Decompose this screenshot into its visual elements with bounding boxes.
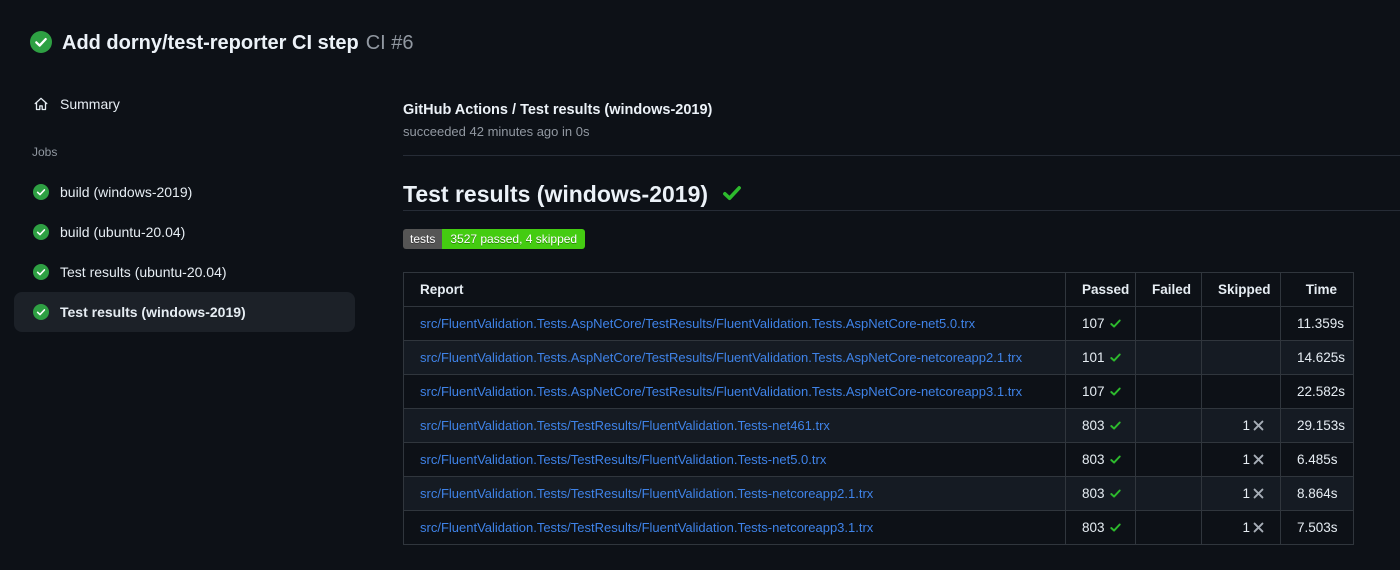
skipped-cell: 1 xyxy=(1201,476,1281,511)
time-cell: 14.625s xyxy=(1280,340,1354,375)
badge-label: tests xyxy=(403,229,443,249)
check-run-status: succeeded 42 minutes ago in 0s xyxy=(403,124,590,139)
check-circle-icon xyxy=(33,224,49,240)
failed-cell xyxy=(1135,306,1202,341)
column-header-time: Time xyxy=(1280,272,1354,307)
report-cell: src/FluentValidation.Tests.AspNetCore/Te… xyxy=(403,306,1066,341)
table-row: src/FluentValidation.Tests/TestResults/F… xyxy=(403,510,1354,545)
passed-cell: 803 xyxy=(1065,408,1136,443)
sidebar-item-build-windows[interactable]: build (windows-2019) xyxy=(14,172,355,212)
sidebar-item-build-ubuntu[interactable]: build (ubuntu-20.04) xyxy=(14,212,355,252)
failed-cell xyxy=(1135,476,1202,511)
report-link[interactable]: src/FluentValidation.Tests.AspNetCore/Te… xyxy=(420,350,1022,365)
home-icon xyxy=(34,97,48,111)
jobs-section-label: Jobs xyxy=(32,145,58,159)
failed-cell xyxy=(1135,374,1202,409)
badge-value: 3527 passed, 4 skipped xyxy=(442,229,586,249)
sidebar-item-label: Test results (windows-2019) xyxy=(60,304,246,320)
sidebar: Summary Jobs build (windows-2019) build … xyxy=(0,0,370,570)
column-header-failed: Failed xyxy=(1135,272,1202,307)
skipped-cell: 1 xyxy=(1201,442,1281,477)
time-cell: 29.153s xyxy=(1280,408,1354,443)
sidebar-item-test-results-windows[interactable]: Test results (windows-2019) xyxy=(14,292,355,332)
sidebar-item-label: Summary xyxy=(60,96,120,112)
report-heading: Test results (windows-2019) xyxy=(403,180,743,208)
report-cell: src/FluentValidation.Tests.AspNetCore/Te… xyxy=(403,340,1066,375)
time-cell: 7.503s xyxy=(1280,510,1354,545)
report-cell: src/FluentValidation.Tests.AspNetCore/Te… xyxy=(403,374,1066,409)
report-link[interactable]: src/FluentValidation.Tests/TestResults/F… xyxy=(420,452,826,467)
results-table: Report Passed Failed Skipped Time src/Fl… xyxy=(403,272,1354,545)
passed-cell: 803 xyxy=(1065,442,1136,477)
skipped-cell: 1 xyxy=(1201,408,1281,443)
skipped-cell xyxy=(1201,374,1281,409)
time-cell: 22.582s xyxy=(1280,374,1354,409)
check-icon xyxy=(1109,353,1121,362)
table-row: src/FluentValidation.Tests/TestResults/F… xyxy=(403,476,1354,511)
x-icon xyxy=(1253,522,1264,533)
report-link[interactable]: src/FluentValidation.Tests.AspNetCore/Te… xyxy=(420,316,975,331)
heading-check-icon xyxy=(723,186,741,201)
passed-cell: 803 xyxy=(1065,510,1136,545)
header-divider xyxy=(403,155,1400,156)
check-circle-icon xyxy=(33,184,49,200)
report-link[interactable]: src/FluentValidation.Tests.AspNetCore/Te… xyxy=(420,384,1022,399)
table-row: src/FluentValidation.Tests/TestResults/F… xyxy=(403,408,1354,443)
check-circle-icon xyxy=(33,264,49,280)
passed-cell: 101 xyxy=(1065,340,1136,375)
failed-cell xyxy=(1135,340,1202,375)
column-header-skipped: Skipped xyxy=(1201,272,1281,307)
passed-cell: 803 xyxy=(1065,476,1136,511)
failed-cell xyxy=(1135,510,1202,545)
table-row: src/FluentValidation.Tests.AspNetCore/Te… xyxy=(403,340,1354,375)
skipped-cell xyxy=(1201,340,1281,375)
passed-cell: 107 xyxy=(1065,306,1136,341)
check-run-title: GitHub Actions / Test results (windows-2… xyxy=(403,102,713,118)
skipped-cell xyxy=(1201,306,1281,341)
report-link[interactable]: src/FluentValidation.Tests/TestResults/F… xyxy=(420,418,830,433)
sidebar-item-label: build (ubuntu-20.04) xyxy=(60,224,186,240)
sidebar-item-test-results-ubuntu[interactable]: Test results (ubuntu-20.04) xyxy=(14,252,355,292)
check-icon xyxy=(1109,489,1121,498)
report-cell: src/FluentValidation.Tests/TestResults/F… xyxy=(403,408,1066,443)
sidebar-item-label: build (windows-2019) xyxy=(60,184,193,200)
table-header-row: Report Passed Failed Skipped Time xyxy=(403,272,1354,307)
table-row: src/FluentValidation.Tests.AspNetCore/Te… xyxy=(403,374,1354,409)
column-header-passed: Passed xyxy=(1065,272,1136,307)
report-cell: src/FluentValidation.Tests/TestResults/F… xyxy=(403,510,1066,545)
report-link[interactable]: src/FluentValidation.Tests/TestResults/F… xyxy=(420,486,873,501)
time-cell: 8.864s xyxy=(1280,476,1354,511)
tests-badge: tests 3527 passed, 4 skipped xyxy=(403,229,586,249)
sidebar-item-summary[interactable]: Summary xyxy=(14,86,355,122)
report-cell: src/FluentValidation.Tests/TestResults/F… xyxy=(403,476,1066,511)
run-number: CI #6 xyxy=(365,32,414,54)
table-row: src/FluentValidation.Tests/TestResults/F… xyxy=(403,442,1354,477)
time-cell: 11.359s xyxy=(1280,306,1354,341)
check-icon xyxy=(1109,319,1121,328)
check-circle-icon xyxy=(33,304,49,320)
report-cell: src/FluentValidation.Tests/TestResults/F… xyxy=(403,442,1066,477)
check-icon xyxy=(1109,421,1121,430)
sidebar-item-label: Test results (ubuntu-20.04) xyxy=(60,264,227,280)
check-icon xyxy=(1109,455,1121,464)
table-row: src/FluentValidation.Tests.AspNetCore/Te… xyxy=(403,306,1354,341)
x-icon xyxy=(1253,420,1264,431)
skipped-cell: 1 xyxy=(1201,510,1281,545)
time-cell: 6.485s xyxy=(1280,442,1354,477)
x-icon xyxy=(1253,488,1264,499)
passed-cell: 107 xyxy=(1065,374,1136,409)
x-icon xyxy=(1253,454,1264,465)
results-table-body: src/FluentValidation.Tests.AspNetCore/Te… xyxy=(403,306,1354,545)
heading-divider xyxy=(403,210,1400,211)
failed-cell xyxy=(1135,442,1202,477)
check-icon xyxy=(1109,387,1121,396)
failed-cell xyxy=(1135,408,1202,443)
column-header-report: Report xyxy=(403,272,1066,307)
check-icon xyxy=(1109,523,1121,532)
report-link[interactable]: src/FluentValidation.Tests/TestResults/F… xyxy=(420,520,873,535)
